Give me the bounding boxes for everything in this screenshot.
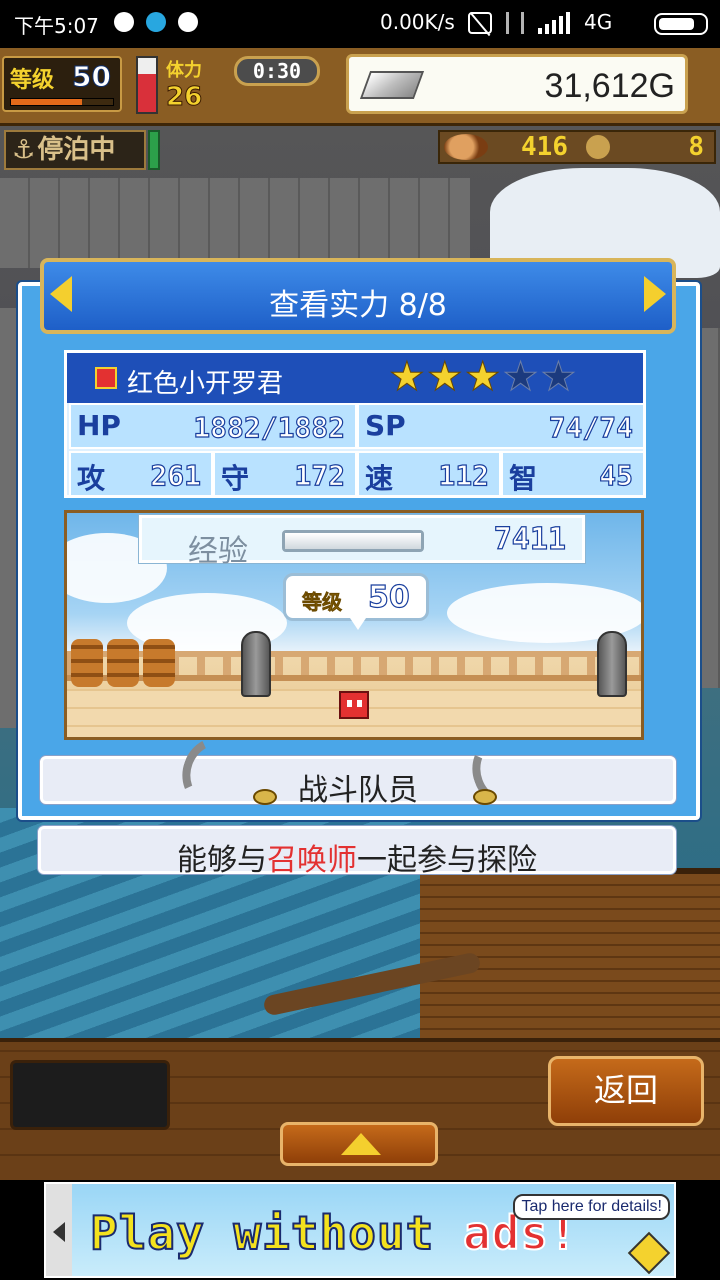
- level-bubble-label: 等级: [302, 590, 343, 615]
- stat-card: 红色小开罗君 ★ ★ ★ ★ ★ HP 1882/1882 SP 74/74 攻 261…: [64, 350, 646, 498]
- description-text: 能够与: [177, 843, 267, 878]
- resource-bar: 416 8: [438, 130, 716, 164]
- sp-stat: SP 74/74: [357, 403, 645, 449]
- notification-icons: [114, 12, 198, 32]
- notification-icon: [178, 12, 198, 32]
- level-label: 等级: [10, 68, 55, 93]
- status-indicator: [148, 130, 160, 170]
- expand-menu-button[interactable]: [280, 1122, 438, 1166]
- deck-cannon: [597, 631, 627, 697]
- stamina-display: 体力 26: [166, 56, 230, 113]
- speed-label: 速: [365, 462, 394, 495]
- mute-icon: [468, 12, 492, 34]
- stamina-label: 体力: [166, 60, 202, 81]
- panel-title: 查看实力 8/8: [269, 288, 447, 323]
- role-bar: 战斗队员: [40, 728, 676, 816]
- character-viewport: 经验 7411 等级 50: [64, 510, 644, 740]
- hp-stat: HP 1882/1882: [69, 403, 357, 449]
- hp-label: HP: [77, 409, 121, 442]
- experience-gauge: [282, 530, 424, 552]
- speed-stat: 速 112: [357, 451, 501, 497]
- notification-icon: [114, 12, 134, 32]
- rarity-stars: ★ ★ ★ ★ ★: [389, 354, 577, 400]
- anchor-icon: ⚓: [12, 135, 36, 165]
- experience-label: 经验: [188, 534, 248, 569]
- barrel: [71, 639, 103, 687]
- network-type: 4G: [584, 10, 613, 34]
- attack-label: 攻: [77, 462, 106, 495]
- notification-icon: [146, 12, 166, 32]
- mascot-icon: [627, 1231, 671, 1275]
- ad-banner[interactable]: Play without ads! Tap here for details!: [44, 1182, 676, 1278]
- signal-icon: [538, 12, 570, 34]
- status-bar: 下午5:07 0.00K/s 4G: [0, 0, 720, 48]
- defense-value: 172: [294, 458, 346, 492]
- medal-icon: [584, 133, 612, 161]
- barrel: [143, 639, 175, 687]
- star-filled-icon: ★: [426, 354, 463, 400]
- silver-ingot-icon: [359, 71, 425, 99]
- level-bubble: 等级 50: [283, 573, 429, 630]
- food-icon: [444, 134, 488, 160]
- experience-bar: 经验 7411: [139, 515, 585, 569]
- level-bubble-value: 50: [367, 579, 410, 615]
- intelligence-label: 智: [509, 462, 538, 495]
- hp-value: 1882/1882: [193, 410, 346, 444]
- attack-value: 261: [150, 458, 202, 492]
- gold-amount: 31,612G: [544, 67, 675, 105]
- stamina-gauge: [136, 56, 158, 114]
- barrel: [107, 639, 139, 687]
- intelligence-stat: 智 45: [501, 451, 645, 497]
- sp-label: SP: [365, 409, 406, 442]
- star-filled-icon: ★: [389, 354, 426, 400]
- level-display: 等级 50: [2, 56, 122, 112]
- back-button[interactable]: 返回: [548, 1056, 704, 1126]
- docked-label: 停泊中: [37, 135, 116, 165]
- ad-tip[interactable]: Tap here for details!: [513, 1194, 670, 1220]
- castle-wall: [0, 178, 470, 268]
- ad-area: Play without ads! Tap here for details!: [0, 1180, 720, 1280]
- character-sprite: [339, 691, 369, 719]
- medal-amount: 8: [688, 132, 704, 162]
- gold-display: 31,612G: [346, 54, 688, 114]
- level-progress-bar: [10, 98, 114, 106]
- panel-header: 查看实力 8/8: [40, 258, 676, 334]
- docked-status: ⚓停泊中: [4, 130, 146, 170]
- battery-icon: [654, 13, 708, 35]
- clock: 下午5:07: [14, 14, 99, 38]
- defense-label: 守: [221, 462, 250, 495]
- up-arrow-icon: [341, 1133, 381, 1155]
- sp-value: 74/74: [548, 410, 634, 444]
- attack-stat: 攻 261: [69, 451, 213, 497]
- network-speed: 0.00K/s: [380, 10, 455, 34]
- speed-value: 112: [438, 458, 490, 492]
- defense-stat: 守 172: [213, 451, 357, 497]
- role-label: 战斗队员: [298, 773, 418, 808]
- experience-value: 7411: [493, 521, 566, 557]
- role-description: 能够与召唤师一起参与探险: [38, 826, 676, 878]
- intelligence-value: 45: [599, 458, 634, 492]
- stamina-timer: 0:30: [234, 56, 320, 86]
- empty-slot: [10, 1060, 170, 1130]
- star-filled-icon: ★: [464, 354, 501, 400]
- ad-headline: Play without ads!: [89, 1205, 578, 1261]
- description-highlight: 召唤师: [267, 843, 357, 878]
- fire-element-icon: [95, 367, 117, 389]
- deck-cannon: [241, 631, 271, 697]
- stamina-value: 26: [166, 82, 203, 113]
- level-value: 50: [72, 60, 112, 94]
- name-row: 红色小开罗君 ★ ★ ★ ★ ★: [67, 353, 643, 403]
- star-empty-icon: ★: [502, 354, 539, 400]
- bottom-panel: 返回: [0, 1038, 720, 1180]
- top-hud: 等级 50 体力 26 0:30 31,612G: [0, 48, 720, 126]
- next-character-arrow-icon[interactable]: [644, 276, 666, 312]
- ad-text: Play without: [89, 1205, 435, 1261]
- sword-hilt-icon: [473, 789, 497, 805]
- star-empty-icon: ★: [540, 354, 577, 400]
- description-text-end: 一起参与探险: [357, 843, 537, 878]
- food-amount: 416: [521, 132, 568, 162]
- character-name: 红色小开罗君: [127, 369, 284, 399]
- data-transfer-icon: [506, 12, 524, 34]
- ad-arrow-icon[interactable]: [46, 1184, 72, 1276]
